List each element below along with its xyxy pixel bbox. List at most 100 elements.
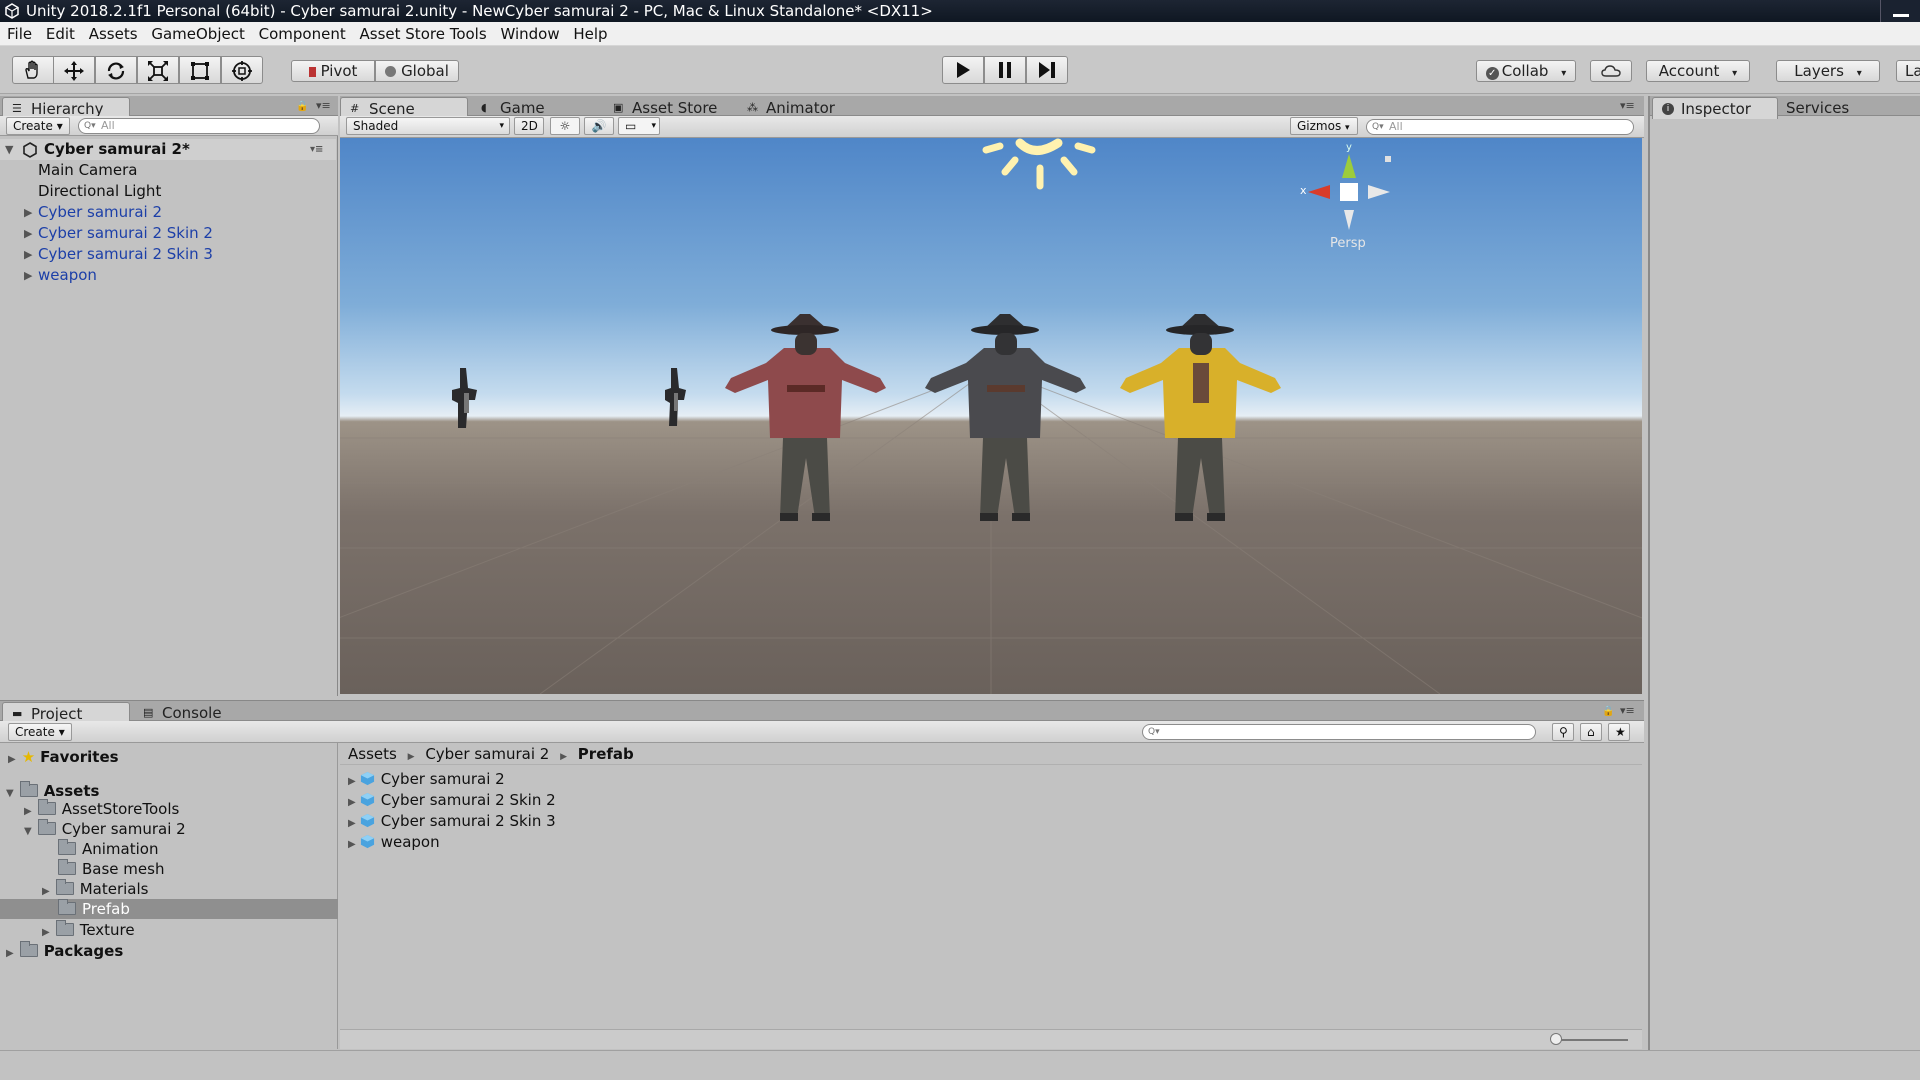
menu-asset-store-tools[interactable]: Asset Store Tools <box>353 22 487 46</box>
shading-mode-dropdown[interactable]: Shaded ▾ <box>346 117 510 135</box>
hierarchy-search-input[interactable]: All <box>78 118 320 134</box>
tree-item-base-mesh[interactable]: Base mesh <box>58 859 164 879</box>
lock-icon[interactable]: 🔒 <box>296 101 308 112</box>
tree-item-assetstoretools[interactable]: ▶ AssetStoreTools <box>24 799 179 819</box>
cloud-button[interactable] <box>1590 60 1632 82</box>
expand-arrow-icon[interactable]: ▶ <box>348 839 356 850</box>
rotate-tool-button[interactable] <box>95 56 137 84</box>
hierarchy-item-main-camera[interactable]: Main Camera <box>38 160 137 181</box>
expand-arrow-icon[interactable]: ▶ <box>24 265 32 286</box>
lock-icon[interactable]: 🔒 <box>1602 706 1614 717</box>
asset-item[interactable]: ▶ weapon <box>348 832 440 852</box>
expand-arrow-icon[interactable]: ▶ <box>348 818 356 829</box>
effects-dropdown[interactable]: ▭ ▾ <box>618 117 660 135</box>
project-search-input[interactable] <box>1142 724 1536 740</box>
asset-item[interactable]: ▶ Cyber samurai 2 Skin 3 <box>348 811 556 831</box>
global-toggle[interactable]: Global <box>375 60 459 82</box>
hierarchy-item-directional-light[interactable]: Directional Light <box>38 181 161 202</box>
weapon-model-2[interactable] <box>665 368 686 426</box>
move-tool-button[interactable] <box>53 56 95 84</box>
2d-toggle[interactable]: 2D <box>514 117 544 135</box>
expand-arrow-icon[interactable]: ▶ <box>6 948 14 959</box>
filter-by-label-button[interactable]: ⌂ <box>1580 723 1602 741</box>
scale-tool-button[interactable] <box>137 56 179 84</box>
scene-viewport[interactable]: y x Persp <box>340 138 1642 694</box>
expand-arrow-icon[interactable]: ▶ <box>24 244 32 265</box>
menu-file[interactable]: File <box>0 22 32 46</box>
scene-search-input[interactable]: All <box>1366 119 1634 135</box>
minimize-button[interactable] <box>1880 0 1920 22</box>
collapse-arrow-icon[interactable]: ▼ <box>5 139 13 160</box>
lighting-toggle[interactable]: ☼ <box>550 117 580 135</box>
rect-tool-button[interactable] <box>179 56 221 84</box>
tree-item-prefab[interactable]: Prefab <box>0 899 338 919</box>
tree-assets[interactable]: ▼ Assets <box>6 781 99 801</box>
scene-menu-icon[interactable]: ▾≡ <box>310 139 323 160</box>
expand-arrow-icon[interactable]: ▶ <box>42 927 50 938</box>
audio-toggle[interactable]: 🔊 <box>584 117 614 135</box>
breadcrumb-prefab[interactable]: Prefab <box>578 745 634 763</box>
gizmos-dropdown[interactable]: Gizmos ▾ <box>1290 117 1358 135</box>
breadcrumb-assets[interactable]: Assets <box>348 745 397 763</box>
step-button[interactable] <box>1026 56 1068 84</box>
expand-arrow-icon[interactable]: ▶ <box>348 776 356 787</box>
play-button[interactable] <box>942 56 984 84</box>
asset-item[interactable]: ▶ Cyber samurai 2 <box>348 769 505 789</box>
collapse-arrow-icon[interactable]: ▼ <box>24 826 32 837</box>
hierarchy-item-weapon[interactable]: ▶ weapon <box>24 265 97 286</box>
icon-size-slider-track[interactable] <box>1556 1039 1628 1041</box>
weapon-model-1[interactable] <box>452 368 477 428</box>
account-dropdown[interactable]: Account <box>1646 60 1750 82</box>
menu-assets[interactable]: Assets <box>82 22 138 46</box>
transform-tool-button[interactable] <box>221 56 263 84</box>
breadcrumb-cyber-samurai-2[interactable]: Cyber samurai 2 <box>425 745 549 763</box>
expand-arrow-icon[interactable]: ▶ <box>24 202 32 223</box>
layout-dropdown[interactable]: La <box>1896 60 1920 82</box>
menu-edit[interactable]: Edit <box>39 22 75 46</box>
panel-menu-icon[interactable]: ▾≡ <box>1620 704 1635 717</box>
panel-menu-icon[interactable]: ▾≡ <box>316 99 331 112</box>
collab-dropdown[interactable]: ✓ Collab <box>1476 60 1576 82</box>
tree-item-animation[interactable]: Animation <box>58 839 158 859</box>
tab-services[interactable]: Services <box>1782 97 1902 119</box>
project-tree: ▶ ★ Favorites ▼ Assets ▶ AssetStoreTools ▼ Cy… <box>0 743 338 1049</box>
hand-tool-button[interactable] <box>12 56 54 84</box>
expand-arrow-icon[interactable]: ▶ <box>42 886 50 897</box>
panel-menu-icon[interactable]: ▾≡ <box>1620 99 1635 112</box>
asset-item[interactable]: ▶ Cyber samurai 2 Skin 2 <box>348 790 556 810</box>
pause-button[interactable] <box>984 56 1026 84</box>
project-create-button[interactable]: Create ▾ <box>8 723 72 741</box>
directional-light-gizmo[interactable] <box>982 138 1096 190</box>
favorites-button[interactable]: ★ <box>1608 723 1630 741</box>
menu-window[interactable]: Window <box>493 22 559 46</box>
expand-arrow-icon[interactable]: ▶ <box>348 797 356 808</box>
hierarchy-create-button[interactable]: Create ▾ <box>6 117 70 135</box>
menu-component[interactable]: Component <box>252 22 346 46</box>
tab-inspector[interactable]: i Inspector <box>1652 97 1778 119</box>
samurai-model-yellow[interactable] <box>1120 314 1281 521</box>
expand-arrow-icon[interactable]: ▶ <box>24 223 32 244</box>
expand-arrow-icon[interactable]: ▶ <box>8 754 16 765</box>
menu-gameobject[interactable]: GameObject <box>144 22 245 46</box>
tree-item-cyber-samurai-2[interactable]: ▼ Cyber samurai 2 <box>24 819 186 839</box>
pause-icon <box>999 62 1011 78</box>
tree-favorites[interactable]: ▶ ★ Favorites <box>8 747 119 767</box>
tree-item-materials[interactable]: ▶ Materials <box>42 879 148 899</box>
layers-dropdown[interactable]: Layers <box>1776 60 1880 82</box>
scene-root-row[interactable]: ▼ Cyber samurai 2* ▾≡ <box>0 139 336 160</box>
hierarchy-item-cyber-samurai-2[interactable]: ▶ Cyber samurai 2 <box>24 202 162 223</box>
hierarchy-item-skin-2[interactable]: ▶ Cyber samurai 2 Skin 2 <box>24 223 213 244</box>
icon-size-slider-thumb[interactable] <box>1550 1033 1562 1045</box>
persp-label[interactable]: Persp <box>1330 236 1366 251</box>
menu-help[interactable]: Help <box>566 22 607 46</box>
hierarchy-item-skin-3[interactable]: ▶ Cyber samurai 2 Skin 3 <box>24 244 213 265</box>
filter-by-type-button[interactable]: ⚲ <box>1552 723 1574 741</box>
pivot-toggle[interactable]: Pivot <box>291 60 375 82</box>
tree-packages[interactable]: ▶ Packages <box>6 941 123 961</box>
tree-item-texture[interactable]: ▶ Texture <box>42 920 135 940</box>
samurai-model-grey[interactable] <box>925 314 1086 521</box>
folder-icon <box>58 899 76 915</box>
expand-arrow-icon[interactable]: ▶ <box>24 806 32 817</box>
collapse-arrow-icon[interactable]: ▼ <box>6 788 14 799</box>
orientation-gizmo[interactable] <box>1308 154 1391 230</box>
